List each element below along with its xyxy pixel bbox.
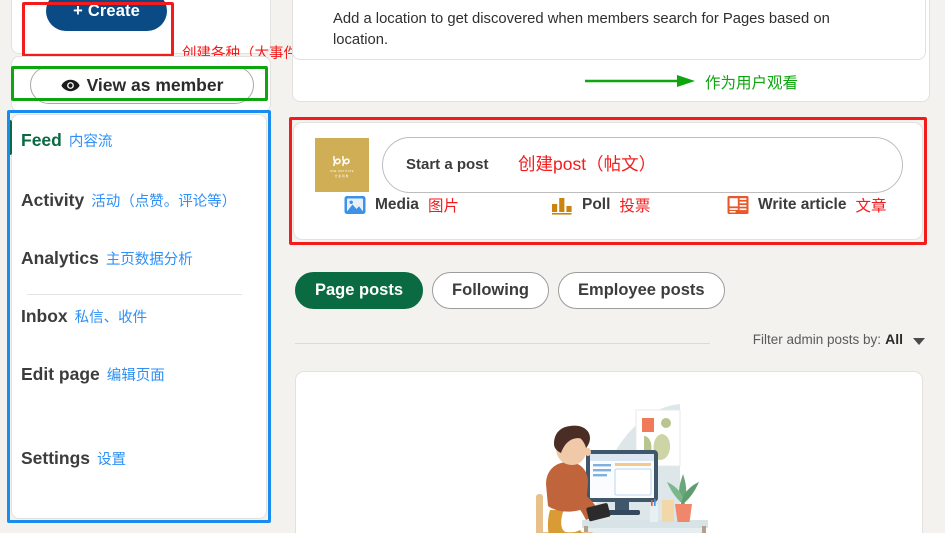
avatar[interactable]: ONE INSTITUTE 方案机构	[315, 138, 369, 192]
sidebar-item-settings[interactable]: Settings 设置	[0, 448, 256, 469]
eye-icon	[60, 79, 80, 91]
avatar-sub-text: ONE INSTITUTE	[330, 169, 354, 173]
sidebar-item-label-cn: 编辑页面	[106, 368, 165, 384]
view-as-member-button[interactable]: View as member	[30, 66, 254, 104]
sidebar-item-label-cn: 活动（点赞。评论等）	[91, 194, 237, 210]
poll-label-cn: 投票	[619, 198, 651, 215]
sidebar-item-label-en: Activity	[21, 190, 85, 210]
sidebar-item-label-cn: 主页数据分析	[105, 252, 193, 268]
annotation-text-start-post: 创建post（帖文）	[518, 154, 657, 174]
sidebar-item-analytics[interactable]: Analytics 主页数据分析	[0, 248, 256, 269]
sidebar-item-label-en: Analytics	[21, 248, 99, 268]
media-label-en: Media	[375, 196, 419, 213]
feed-post-card	[295, 371, 923, 533]
tab-page-posts[interactable]: Page posts	[295, 272, 424, 309]
plus-icon: +	[73, 1, 83, 20]
annotation-arrow-view-as-member	[585, 75, 695, 87]
annotation-text-view-as-member: 作为用户观看	[705, 75, 799, 92]
view-as-member-card: View as member	[11, 56, 271, 112]
sidebar-item-label-en: Inbox	[21, 306, 68, 326]
poll-button[interactable]: Poll 投票	[551, 194, 650, 216]
article-icon	[727, 196, 749, 214]
write-article-label-cn: 文章	[855, 198, 887, 215]
image-icon	[344, 196, 366, 214]
location-banner-text: Add a location to get discovered when me…	[333, 11, 830, 49]
left-sidebar-column: + Create 创建各种（大事件、帖文、广告等） View as member…	[0, 0, 414, 533]
post-composer-card: ONE INSTITUTE 方案机构 Start a post 创建post（帖…	[293, 122, 923, 240]
sidebar-divider	[27, 294, 242, 295]
sidebar-item-label-en: Edit page	[21, 364, 100, 384]
sidebar-item-edit-page[interactable]: Edit page 编辑页面	[0, 364, 256, 385]
media-button[interactable]: Media 图片	[344, 194, 459, 216]
sidebar-item-label-cn: 私信、收件	[74, 310, 148, 326]
sidebar-item-activity[interactable]: Activity 活动（点赞。评论等）	[0, 190, 256, 211]
start-a-post-input[interactable]: Start a post 创建post（帖文）	[382, 137, 903, 193]
tab-following[interactable]: Following	[432, 272, 550, 309]
create-button[interactable]: + Create	[46, 0, 167, 31]
write-article-label-en: Write article	[758, 196, 847, 213]
view-as-member-label: View as member	[86, 74, 224, 95]
empty-state-illustration	[536, 404, 708, 533]
filter-value[interactable]: All	[885, 331, 903, 347]
filter-row: Filter admin posts by: All	[295, 330, 925, 356]
chevron-down-icon[interactable]	[913, 338, 925, 345]
avatar-sub-text-2: 方案机构	[334, 174, 350, 178]
sidebar-item-label-cn: 内容流	[68, 134, 113, 150]
sidebar-item-label-en: Feed	[21, 130, 62, 150]
start-a-post-label: Start a post	[406, 156, 489, 173]
filter-label: Filter admin posts by:	[752, 332, 881, 347]
location-banner-card: Add a location to get discovered when me…	[292, 0, 926, 60]
company-logo-icon	[333, 156, 350, 167]
poll-label-en: Poll	[582, 196, 611, 213]
sidebar-item-feed[interactable]: Feed 内容流	[0, 130, 256, 151]
write-article-button[interactable]: Write article 文章	[727, 194, 886, 216]
media-label-cn: 图片	[427, 198, 459, 215]
sidebar-item-label-cn: 设置	[97, 452, 127, 468]
linkedin-page-admin-screen: + Create 创建各种（大事件、帖文、广告等） View as member…	[0, 0, 945, 533]
filter-divider-line	[295, 343, 710, 344]
create-button-label: Create	[87, 1, 140, 20]
sidebar-item-inbox[interactable]: Inbox 私信、收件	[0, 306, 256, 327]
bar-chart-icon	[552, 198, 572, 215]
tab-employee-posts[interactable]: Employee posts	[558, 272, 725, 309]
post-filter-tabs: Page posts Following Employee posts	[295, 272, 725, 309]
sidebar-item-label-en: Settings	[21, 448, 91, 468]
